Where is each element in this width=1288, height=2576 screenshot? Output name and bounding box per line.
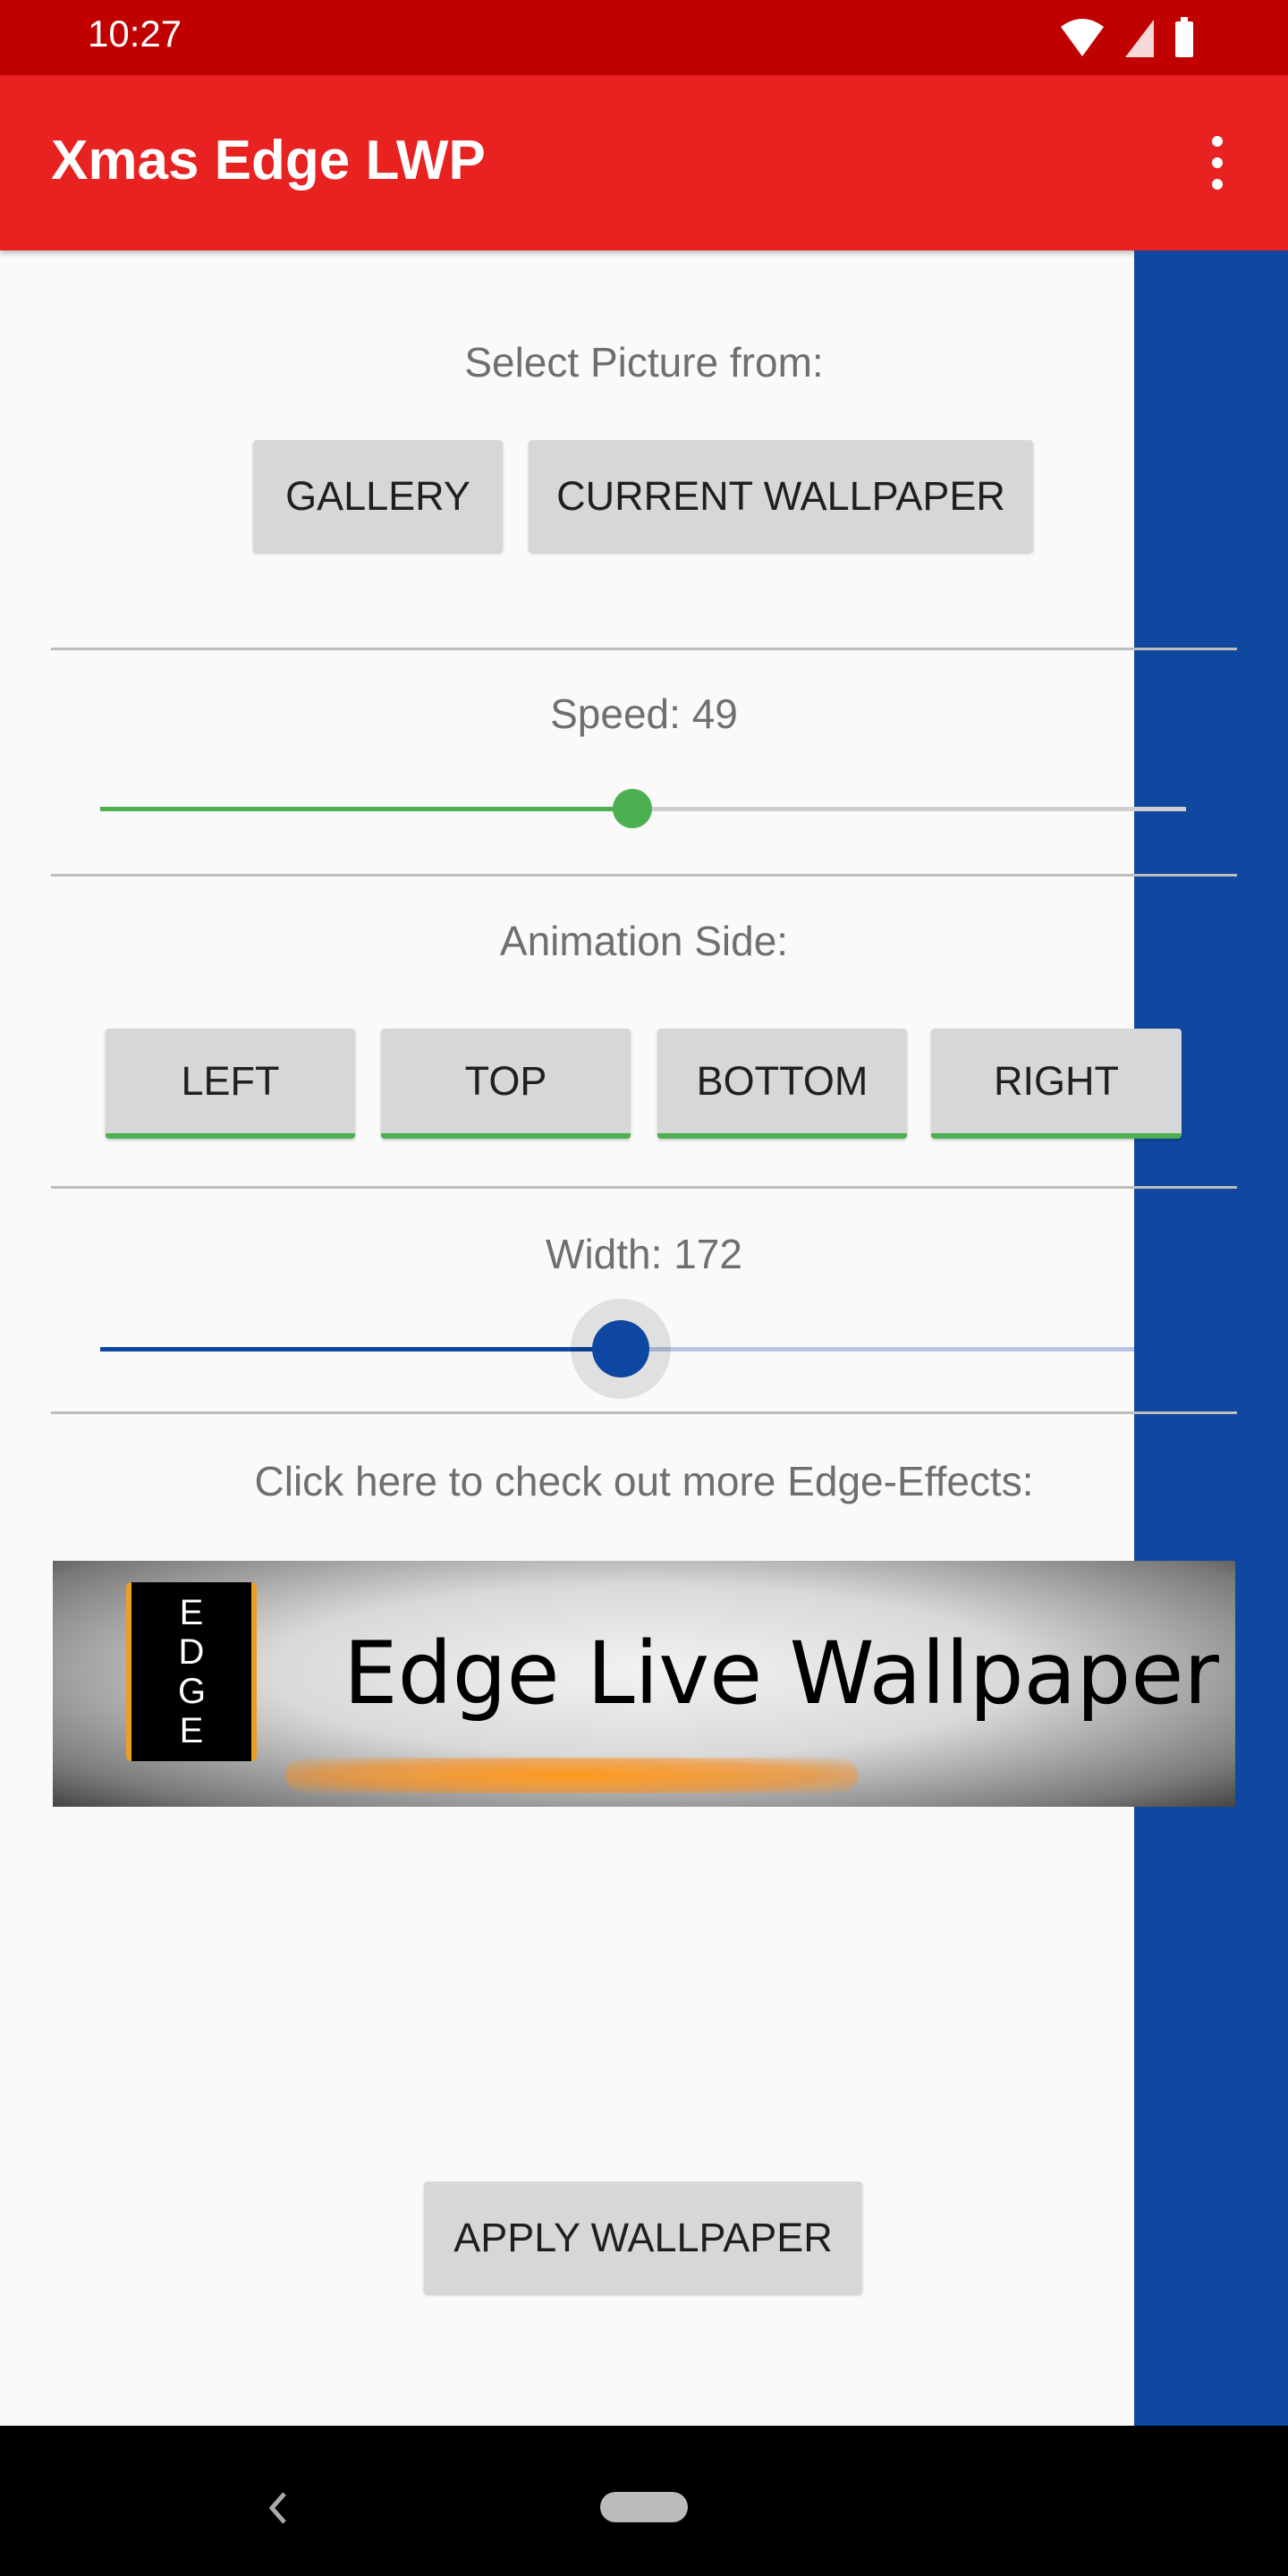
app-title: Xmas Edge LWP: [51, 130, 486, 191]
home-pill-icon[interactable]: [600, 2492, 688, 2522]
battery-icon: [1175, 21, 1193, 57]
back-icon[interactable]: [265, 2490, 292, 2526]
select-picture-label: Select Picture from:: [464, 339, 824, 386]
apply-wallpaper-button[interactable]: APPLY WALLPAPER: [424, 2182, 862, 2293]
divider: [51, 1186, 1237, 1189]
divider: [51, 648, 1237, 650]
speed-slider-fill: [100, 807, 632, 811]
status-time: 10:27: [88, 13, 182, 55]
gallery-button[interactable]: GALLERY: [253, 440, 503, 552]
current-wallpaper-button[interactable]: CURRENT WALLPAPER: [529, 440, 1033, 552]
navigation-bar: [0, 2426, 1288, 2576]
side-right-button[interactable]: RIGHT: [931, 1029, 1182, 1139]
wifi-icon: [1061, 19, 1104, 56]
width-slider-fill: [100, 1347, 621, 1352]
speed-label: Speed: 49: [550, 691, 738, 737]
edge-live-wallpaper-banner[interactable]: EDGE Edge Live Wallpaper: [53, 1561, 1235, 1807]
more-vert-icon[interactable]: [1199, 134, 1238, 191]
edge-logo: EDGE: [126, 1582, 257, 1761]
banner-title: Edge Live Wallpaper: [343, 1623, 1219, 1724]
width-slider-track[interactable]: [100, 1299, 1134, 1399]
side-top-button[interactable]: TOP: [381, 1029, 631, 1139]
speed-slider-track[interactable]: [100, 789, 1186, 828]
side-left-button[interactable]: LEFT: [106, 1029, 355, 1139]
orange-glow: [285, 1758, 858, 1793]
more-effects-label: Click here to check out more Edge-Effect…: [254, 1458, 1034, 1504]
wallpaper-preview-strip: [1134, 250, 1288, 2426]
edge-logo-text: EDGE: [178, 1593, 207, 1750]
side-bottom-button[interactable]: BOTTOM: [657, 1029, 907, 1139]
signal-icon: [1125, 20, 1154, 57]
width-label: Width: 172: [546, 1231, 742, 1277]
status-icons: [1061, 17, 1193, 57]
animation-side-label: Animation Side:: [499, 918, 789, 964]
app-bar: Xmas Edge LWP: [0, 75, 1288, 250]
width-slider-thumb[interactable]: [592, 1320, 649, 1377]
speed-slider-thumb[interactable]: [613, 789, 652, 828]
divider: [51, 874, 1237, 877]
status-bar: 10:27: [0, 0, 1288, 75]
divider: [51, 1411, 1237, 1414]
